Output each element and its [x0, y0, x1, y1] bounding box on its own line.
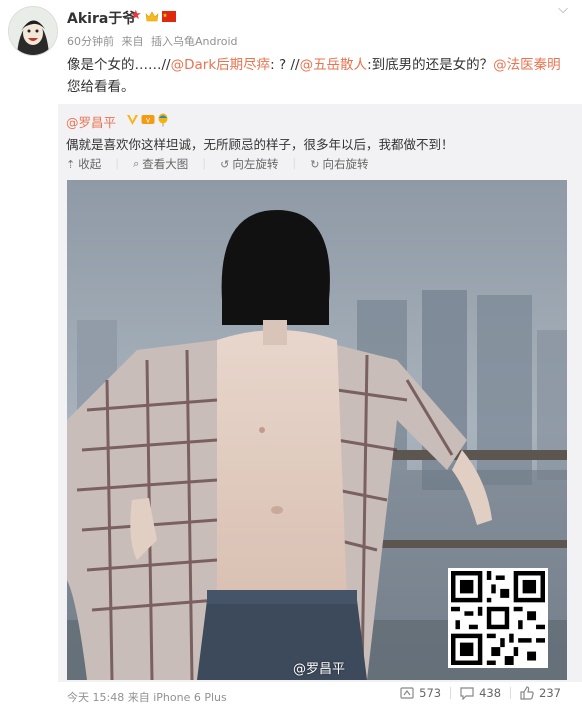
- rotate-left-label: 向左旋转: [232, 157, 279, 171]
- repost-author[interactable]: @罗昌平: [66, 112, 116, 131]
- thumbs-up-icon: [520, 686, 534, 700]
- balloon-badge-icon[interactable]: [157, 113, 169, 127]
- rotate-left-icon: ↺: [220, 157, 230, 171]
- post-text: 像是个女的……//@Dark后期尽瘁: ? //@五岳散人:到底男的还是女的？@…: [67, 54, 572, 98]
- rotate-left-button[interactable]: ↺ 向左旋转: [220, 156, 278, 172]
- like-button[interactable]: 237: [511, 686, 570, 700]
- collapse-button[interactable]: ⇡ 收起: [66, 156, 101, 172]
- repost-badges: V: [126, 113, 169, 127]
- post-text-mid: : ? //: [270, 57, 300, 73]
- red-star-badge-icon[interactable]: ★: [130, 9, 142, 23]
- footer-source-prefix: 来自: [127, 691, 150, 704]
- qr-code[interactable]: [448, 568, 548, 668]
- toolbar-divider: |: [115, 156, 120, 170]
- post-text-suffix: 您给看看。: [67, 79, 135, 95]
- post-text-mid: :到底男的还是女的？: [367, 57, 494, 73]
- username[interactable]: Akira于爷: [67, 8, 136, 28]
- repost-box: @罗昌平 V 偶就是喜欢你这样坦诚，无所顾忌的样子，很多年以后，我都做不到！ ⇡…: [58, 104, 582, 682]
- photo-watermark: @罗昌平: [293, 662, 346, 677]
- post-source[interactable]: 插入乌龟Android: [151, 35, 238, 48]
- footer-meta: 今天 15:48 来自 iPhone 6 Plus: [67, 689, 227, 705]
- toolbar-divider: |: [292, 156, 297, 170]
- post-text-prefix: 像是个女的……//: [67, 57, 171, 73]
- image-toolbar: ⇡ 收起 | ⌕ 查看大图 | ↺ 向左旋转 | ↻ 向右旋转: [66, 156, 368, 172]
- toolbar-divider: |: [202, 156, 207, 170]
- qr-code-icon: [451, 571, 545, 665]
- post-footer: 今天 15:48 来自 iPhone 6 Plus 573 438 237: [0, 682, 582, 720]
- user-badges: ★: [130, 9, 176, 23]
- view-large-button[interactable]: ⌕ 查看大图: [133, 156, 188, 172]
- user-avatar[interactable]: [8, 6, 58, 56]
- rotate-right-label: 向右旋转: [322, 157, 369, 171]
- comment-icon: [460, 687, 474, 700]
- mention-link[interactable]: @法医秦明: [493, 57, 561, 73]
- china-flag-badge-icon[interactable]: [161, 10, 176, 23]
- post-header: Akira于爷 ★ ⌵ 60分钟前 来自 插入乌龟Android 像是个女的………: [0, 0, 582, 104]
- repost-author-link[interactable]: @罗昌平: [66, 115, 116, 130]
- repost-button[interactable]: 573: [391, 686, 450, 700]
- collapse-label: 收起: [78, 157, 102, 171]
- like-count: 237: [539, 686, 561, 700]
- post-photo[interactable]: @罗昌平: [67, 180, 567, 680]
- comment-count: 438: [479, 686, 502, 700]
- post-time[interactable]: 60分钟前: [67, 35, 114, 48]
- view-large-label: 查看大图: [142, 157, 189, 171]
- search-icon: ⌕: [133, 157, 140, 170]
- rotate-right-icon: ↻: [310, 157, 320, 171]
- rotate-right-button[interactable]: ↻ 向右旋转: [310, 156, 368, 172]
- action-bar: 573 438 237: [391, 686, 570, 700]
- post-meta: 60分钟前 来自 插入乌龟Android: [67, 33, 242, 49]
- chevron-down-icon[interactable]: ⌵: [558, 2, 568, 17]
- repost-count: 573: [419, 686, 442, 700]
- repost-icon: [400, 687, 414, 699]
- vip-badge-icon[interactable]: V: [141, 113, 155, 126]
- mention-link[interactable]: @Dark后期尽瘁: [171, 57, 271, 73]
- gold-crown-badge-icon[interactable]: [145, 10, 159, 23]
- footer-device[interactable]: iPhone 6 Plus: [153, 691, 227, 704]
- mention-link[interactable]: @五岳散人: [300, 57, 368, 73]
- repost-text: 偶就是喜欢你这样坦诚，无所顾忌的样子，很多年以后，我都做不到！: [66, 137, 454, 152]
- verified-v-badge-icon[interactable]: [126, 113, 139, 126]
- comment-button[interactable]: 438: [451, 686, 510, 700]
- source-prefix: 来自: [121, 35, 144, 48]
- footer-time[interactable]: 今天 15:48: [67, 691, 124, 704]
- arrow-up-icon: ⇡: [66, 157, 76, 171]
